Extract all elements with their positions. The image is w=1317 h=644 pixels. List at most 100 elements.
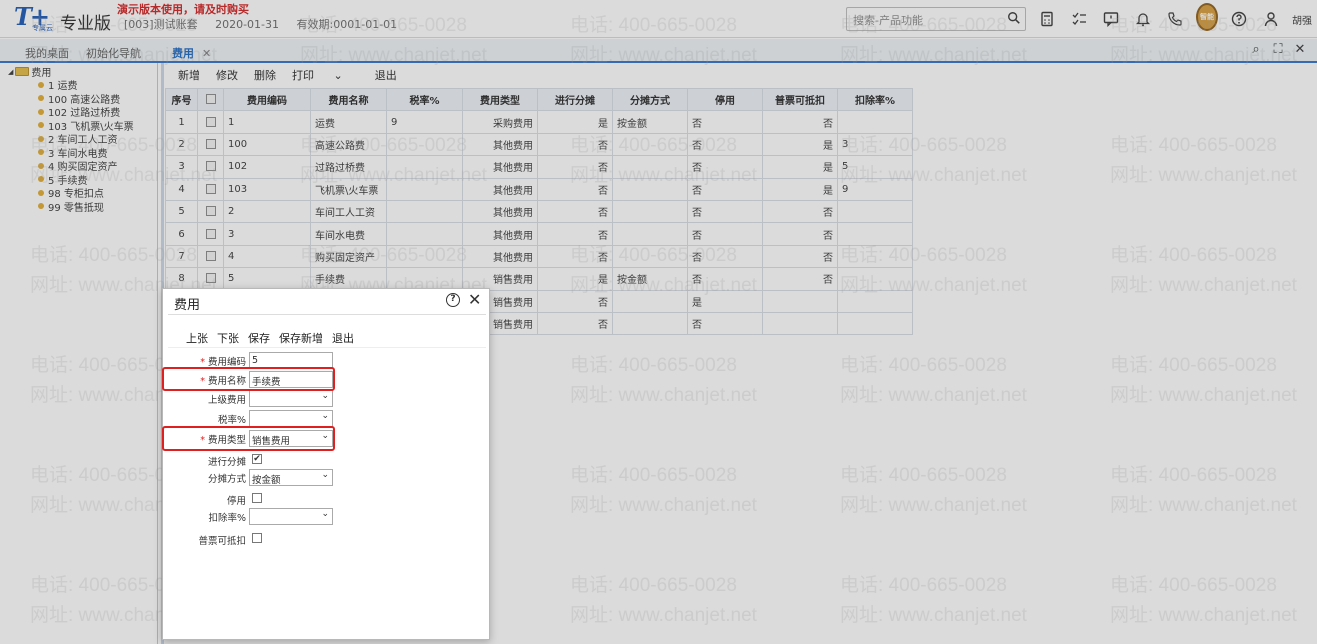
row-checkbox[interactable]: [197, 110, 224, 134]
alloc-cell: 否: [537, 311, 613, 336]
add-button[interactable]: 新增: [178, 67, 200, 83]
header-icons: 智能: [1036, 3, 1292, 31]
name-cell: 过路过桥费: [310, 155, 387, 179]
close-icon[interactable]: ✕: [468, 290, 481, 309]
assistant-avatar[interactable]: 智能: [1196, 3, 1218, 31]
row-checkbox[interactable]: [197, 155, 224, 179]
highlight-box: [162, 426, 335, 451]
table-row[interactable]: 3 102 过路过桥费 其他费用否否是 5: [165, 155, 913, 179]
deduct-cell: [837, 199, 913, 224]
alloc-cell: 否: [537, 244, 613, 269]
chevron-down-icon: ⌄: [321, 470, 329, 480]
disabled-cell: 否: [687, 177, 763, 201]
next-button[interactable]: 下张: [217, 330, 239, 346]
disabled-checkbox[interactable]: [252, 493, 262, 503]
tax-cell: [386, 155, 463, 179]
column-header[interactable]: 进行分摊: [537, 87, 613, 112]
field-method: 分摊方式 按金额 ⌄: [163, 469, 491, 487]
exit-button[interactable]: 退出: [332, 330, 354, 346]
edit-button[interactable]: 修改: [216, 67, 238, 83]
table-row[interactable]: 8 5 手续费 销售费用是按金额否否: [165, 267, 913, 291]
message-icon[interactable]: [1100, 8, 1122, 30]
type-cell: 其他费用: [462, 199, 538, 224]
tab-init-guide[interactable]: 初始化导航: [86, 45, 141, 61]
table-row[interactable]: 5 2 车间工人工资 其他费用否否否: [165, 199, 913, 224]
column-header[interactable]: 扣除率%: [837, 87, 913, 112]
search-input[interactable]: 搜索-产品功能: [846, 7, 1026, 31]
deduct-select[interactable]: ⌄: [249, 508, 333, 525]
search-icon[interactable]: [1007, 11, 1021, 25]
column-header[interactable]: 序号: [165, 87, 198, 112]
table-row[interactable]: 4 103 飞机票\火车票 其他费用否否是 9: [165, 177, 913, 201]
account-info: [003]测试账套 2020-01-31 有效期:0001-01-01: [124, 16, 411, 32]
alloc-cell: 否: [537, 132, 613, 157]
tab-expense[interactable]: 费用 ✕: [172, 45, 211, 61]
maximize-icon[interactable]: ⛶: [1267, 42, 1289, 57]
row-checkbox[interactable]: [197, 132, 224, 157]
phone-icon[interactable]: [1164, 8, 1186, 30]
save-new-button[interactable]: 保存新增: [279, 330, 323, 346]
row-checkbox[interactable]: [197, 222, 224, 246]
column-header[interactable]: 普票可抵扣: [762, 87, 838, 112]
invoice-cell: 是: [762, 155, 838, 179]
parent-select[interactable]: ⌄: [249, 390, 333, 407]
help-icon[interactable]: [1228, 8, 1250, 30]
column-header[interactable]: 费用编码: [223, 87, 311, 112]
table-row[interactable]: 2 100 高速公路费 其他费用否否是 3: [165, 132, 913, 157]
name-cell: 车间工人工资: [310, 199, 387, 224]
bell-icon[interactable]: [1132, 8, 1154, 30]
type-cell: 其他费用: [462, 244, 538, 269]
calculator-icon[interactable]: [1036, 8, 1058, 30]
tab-bar: 我的桌面 初始化导航 费用 ✕ ⌕ ⛶ ✕: [0, 39, 1317, 63]
row-checkbox[interactable]: [197, 244, 224, 269]
select-all-checkbox[interactable]: [197, 87, 224, 112]
column-header[interactable]: 分摊方式: [612, 87, 688, 112]
field-disabled: 停用: [163, 491, 491, 509]
column-header[interactable]: 停用: [687, 87, 763, 112]
folder-icon: [15, 67, 30, 76]
tax-select[interactable]: ⌄: [249, 410, 333, 427]
close-icon[interactable]: ✕: [202, 47, 211, 60]
row-checkbox[interactable]: [197, 199, 224, 224]
field-alloc: 进行分摊 ✔: [207, 454, 262, 468]
delete-button[interactable]: 删除: [254, 67, 276, 83]
alloc-cell: 否: [537, 177, 613, 201]
table-row[interactable]: 7 4 购买固定资产 其他费用否否否: [165, 244, 913, 269]
tab-desktop[interactable]: 我的桌面: [25, 45, 69, 61]
column-header[interactable]: 费用类型: [462, 87, 538, 112]
prev-button[interactable]: 上张: [186, 330, 208, 346]
collapse-icon[interactable]: ◢: [8, 68, 13, 76]
invoice-cell: [762, 311, 838, 336]
deduct-cell: [837, 244, 913, 269]
print-button[interactable]: 打印 ⌄: [292, 67, 359, 83]
save-button[interactable]: 保存: [248, 330, 270, 346]
username[interactable]: 胡强: [1292, 12, 1312, 27]
disabled-cell: 否: [687, 155, 763, 179]
close-icon[interactable]: ✕: [1289, 42, 1311, 57]
tree-item[interactable]: 99 零售抵现: [38, 199, 104, 214]
user-icon[interactable]: [1260, 8, 1282, 30]
leaf-icon: [38, 81, 44, 88]
alloc-checkbox[interactable]: ✔: [252, 454, 262, 464]
row-checkbox[interactable]: [197, 177, 224, 201]
type-cell: 其他费用: [462, 222, 538, 246]
row-index: 6: [165, 222, 198, 246]
disabled-cell: 否: [687, 244, 763, 269]
exit-button[interactable]: 退出: [375, 67, 397, 83]
table-row[interactable]: 6 3 车间水电费 其他费用否否否: [165, 222, 913, 246]
watermark-phone: 电话: 400-665-0028: [1110, 575, 1277, 596]
watermark-phone: 电话: 400-665-0028: [1110, 355, 1277, 376]
watermark-site: 网址: www.chanjet.net: [570, 385, 757, 406]
row-checkbox[interactable]: [197, 267, 224, 291]
invoice-checkbox[interactable]: [252, 533, 262, 543]
row-index: 1: [165, 110, 198, 134]
method-select[interactable]: 按金额 ⌄: [249, 469, 333, 486]
disabled-cell: 否: [687, 222, 763, 246]
column-header[interactable]: 税率%: [386, 87, 463, 112]
help-icon[interactable]: ?: [446, 293, 460, 307]
search-icon[interactable]: ⌕: [1245, 42, 1267, 57]
table-row[interactable]: 1 1 运费 9 采购费用是按金额否否: [165, 110, 913, 134]
checklist-icon[interactable]: [1068, 8, 1090, 30]
watermark-phone: 电话: 400-665-0028: [570, 465, 737, 486]
column-header[interactable]: 费用名称: [310, 87, 387, 112]
